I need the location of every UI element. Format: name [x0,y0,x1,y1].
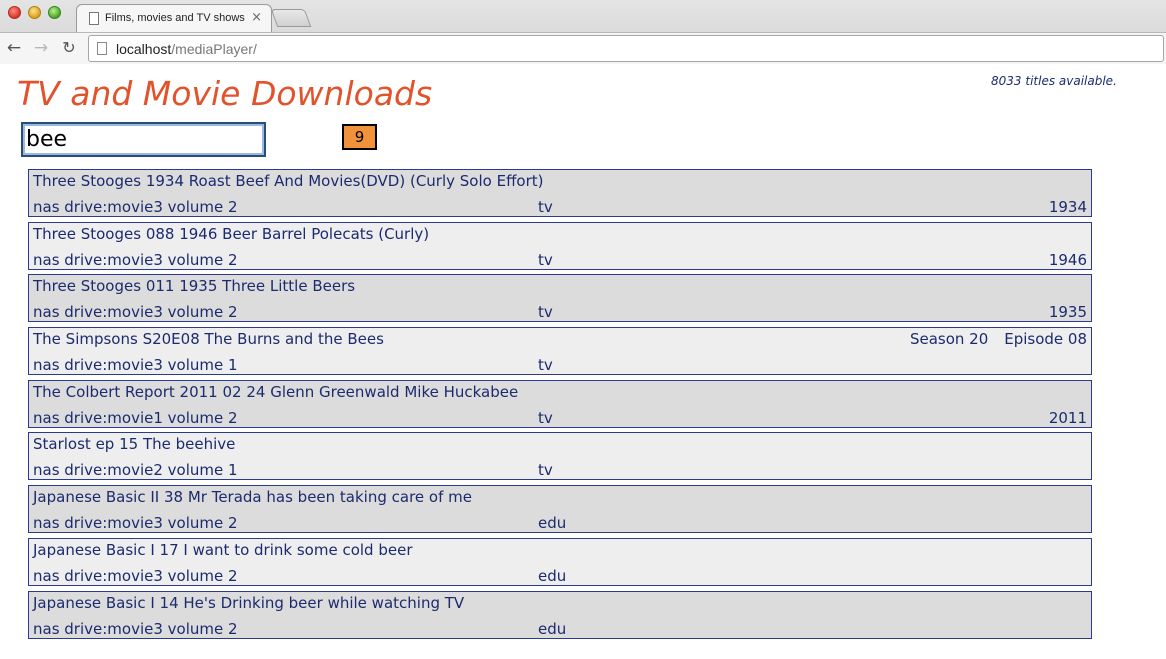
item-title: Three Stooges 088 1946 Beer Barrel Polec… [33,224,430,243]
page-icon [89,12,99,25]
window-minimize-button[interactable] [28,6,41,19]
item-type: edu [538,566,567,585]
item-episode: Episode 08 [1004,330,1087,349]
item-location: nas drive:movie3 volume 2 [33,198,238,216]
list-item[interactable]: The Colbert Report 2011 02 24 Glenn Gree… [28,379,1092,428]
reload-icon[interactable]: ↻ [58,37,80,59]
item-type: edu [538,619,567,638]
results-list: Three Stooges 1934 Roast Beef And Movies… [28,169,1092,643]
item-location: nas drive:movie3 volume 2 [33,566,238,585]
item-title: Japanese Basic II 38 Mr Terada has been … [33,488,472,507]
item-type: tv [538,198,553,216]
url-text: localhost/mediaPlayer/ [116,41,257,57]
titles-available-text: 8033 titles available. [991,74,1117,88]
browser-toolbar: ← → ↻ localhost/mediaPlayer/ [0,32,1166,64]
item-year: 2011 [1048,408,1087,427]
tab-close-icon[interactable]: × [251,10,262,25]
item-type: tv [538,356,553,375]
item-type: tv [538,250,553,269]
url-path: /mediaPlayer/ [171,41,257,57]
result-count-badge: 9 [342,124,377,150]
new-tab-button[interactable] [270,9,312,27]
item-type: tv [538,408,553,427]
address-bar[interactable]: localhost/mediaPlayer/ [88,35,1164,62]
item-title: Three Stooges 011 1935 Three Little Beer… [33,277,356,296]
forward-icon[interactable]: → [30,37,52,59]
titles-label: titles available. [1025,74,1117,88]
item-title: Starlost ep 15 The beehive [33,435,236,454]
item-season: Season 20 [909,330,989,349]
window-maximize-button[interactable] [48,6,61,19]
list-item[interactable]: Japanese Basic I 14 He's Drinking beer w… [28,590,1092,639]
item-year: 1934 [1048,198,1087,216]
item-location: nas drive:movie1 volume 2 [33,408,238,427]
list-item[interactable]: Starlost ep 15 The beehive nas drive:movi… [28,432,1092,481]
list-item[interactable]: The Simpsons S20E08 The Burns and the Be… [28,327,1092,376]
item-location: nas drive:movie3 volume 1 [33,356,238,375]
tab-title: Films, movies and TV shows [105,12,245,24]
url-host: localhost [116,41,172,57]
browser-tab[interactable]: Films, movies and TV shows × [76,4,272,32]
item-year: 1935 [1048,303,1087,322]
list-item[interactable]: Three Stooges 011 1935 Three Little Beer… [28,274,1092,323]
item-title: Japanese Basic I 14 He's Drinking beer w… [33,593,465,612]
search-input[interactable] [21,122,266,157]
browser-chrome: Films, movies and TV shows × ← → ↻ local… [0,0,1166,64]
item-location: nas drive:movie3 volume 2 [33,250,238,269]
item-title: Japanese Basic I 17 I want to drink some… [33,540,413,559]
page-icon [97,42,107,55]
item-type: tv [538,461,553,480]
item-location: nas drive:movie3 volume 2 [33,619,238,638]
item-title: Three Stooges 1934 Roast Beef And Movies… [33,172,544,190]
item-type: tv [538,303,553,322]
item-location: nas drive:movie3 volume 2 [33,514,238,533]
list-item[interactable]: Three Stooges 1934 Roast Beef And Movies… [28,169,1092,217]
back-icon[interactable]: ← [3,37,25,59]
item-title: The Colbert Report 2011 02 24 Glenn Gree… [33,382,519,401]
item-season-episode: Season 20 Episode 08 [910,330,1087,348]
item-type: edu [538,514,567,533]
item-location: nas drive:movie3 volume 2 [33,303,238,322]
item-year: 1946 [1048,250,1087,269]
item-title: The Simpsons S20E08 The Burns and the Be… [33,330,384,349]
item-location: nas drive:movie2 volume 1 [33,461,238,480]
list-item[interactable]: Three Stooges 088 1946 Beer Barrel Polec… [28,221,1092,270]
titles-count: 8033 [991,74,1022,88]
list-item[interactable]: Japanese Basic I 17 I want to drink some… [28,537,1092,586]
list-item[interactable]: Japanese Basic II 38 Mr Terada has been … [28,485,1092,534]
window-close-button[interactable] [8,6,21,19]
page-title: TV and Movie Downloads [17,74,433,113]
